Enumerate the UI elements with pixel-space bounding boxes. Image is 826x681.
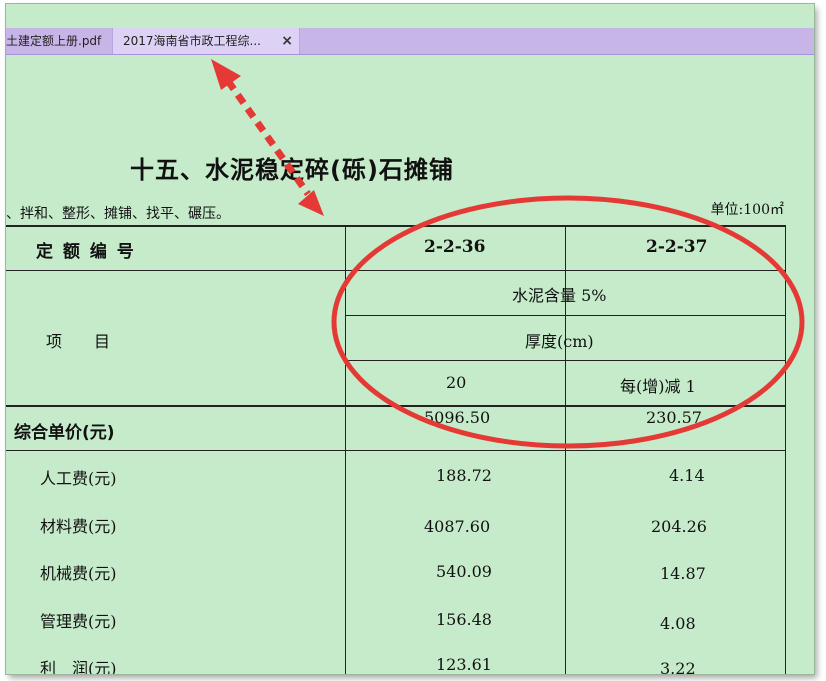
cost-row-value: 4.14 bbox=[669, 466, 705, 485]
quota-code: 2-2-36 bbox=[424, 237, 486, 257]
cost-row-label: 人工费(元) bbox=[40, 469, 117, 488]
tab-label: 土建定额上册.pdf bbox=[6, 34, 102, 48]
pdf-page: 十五、水泥稳定碎(砾)石摊铺 、拌和、整形、摊铺、找平、碾压。 单位:100㎡ … bbox=[6, 55, 814, 674]
table-line bbox=[6, 270, 786, 271]
item-label: 项 目 bbox=[46, 332, 111, 351]
unit-label: 单位:100㎡ bbox=[710, 202, 784, 218]
tab-label: 2017海南省市政工程综... bbox=[123, 34, 261, 48]
table-line bbox=[345, 225, 346, 674]
document-viewer: 土建定额上册.pdf 2017海南省市政工程综... × 十五、水泥稳定碎(砾)… bbox=[6, 4, 814, 674]
cost-row-value: 156.48 bbox=[436, 610, 492, 629]
cost-row-value: 188.72 bbox=[436, 466, 492, 485]
thickness-label: 厚度(cm) bbox=[525, 332, 594, 351]
cost-row-value: 123.61 bbox=[436, 655, 492, 674]
cost-row-label: 机械费(元) bbox=[40, 564, 117, 583]
table-border-top bbox=[6, 225, 786, 227]
cost-row-value: 204.26 bbox=[651, 517, 707, 536]
cost-row-value: 540.09 bbox=[436, 562, 492, 581]
table-border-right bbox=[785, 225, 786, 674]
tab-municipal-quota-active[interactable]: 2017海南省市政工程综... × bbox=[112, 28, 300, 54]
unit-price-label: 综合单价(元) bbox=[14, 423, 115, 443]
work-content-note: 、拌和、整形、摊铺、找平、碾压。 bbox=[6, 206, 230, 222]
unit-price-value: 230.57 bbox=[646, 408, 702, 427]
quota-number-label: 定 额 编 号 bbox=[36, 242, 136, 262]
cost-row-label: 利 润(元) bbox=[40, 659, 117, 674]
quota-code: 2-2-37 bbox=[646, 237, 708, 257]
close-icon[interactable]: × bbox=[281, 28, 293, 54]
cost-row-value: 3.22 bbox=[660, 659, 696, 674]
tab-civil-quota-pdf[interactable]: 土建定额上册.pdf bbox=[6, 28, 107, 54]
thickness-value: 每(增)减 1 bbox=[620, 377, 696, 396]
cost-row-value: 4087.60 bbox=[424, 517, 491, 536]
unit-price-value: 5096.50 bbox=[424, 408, 491, 427]
cost-row-value: 14.87 bbox=[660, 564, 706, 583]
page-title: 十五、水泥稳定碎(砾)石摊铺 bbox=[130, 156, 454, 184]
thickness-value: 20 bbox=[446, 373, 467, 392]
cost-row-label: 管理费(元) bbox=[40, 612, 117, 631]
cost-row-label: 材料费(元) bbox=[40, 517, 117, 536]
table-line bbox=[6, 405, 786, 407]
table-line bbox=[6, 450, 786, 451]
tab-bar: 土建定额上册.pdf 2017海南省市政工程综... × bbox=[6, 28, 814, 55]
cement-content: 水泥含量 5% bbox=[512, 286, 607, 305]
cost-row-value: 4.08 bbox=[660, 614, 696, 633]
